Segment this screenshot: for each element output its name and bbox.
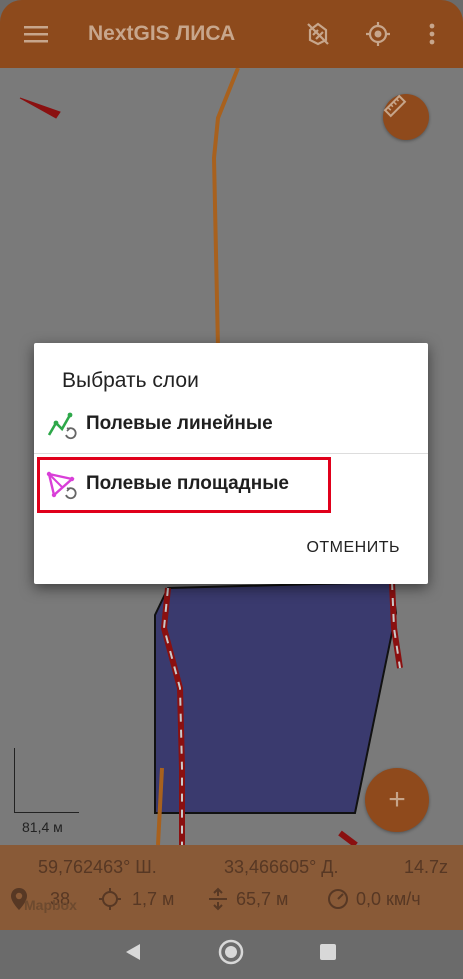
system-nav-bar	[0, 930, 463, 979]
more-vert-icon[interactable]	[416, 18, 448, 50]
accuracy-value: 1,7 м	[132, 889, 175, 909]
speed-icon	[328, 889, 348, 909]
scale-label: 81,4 м	[22, 819, 63, 835]
status-panel: 59,762463° Ш. 33,466605° Д. 14.7z 38 1,7…	[0, 845, 463, 930]
cancel-button[interactable]: ОТМЕНИТЬ	[306, 539, 400, 557]
mapbox-watermark: Mapbox	[24, 897, 77, 913]
layer-option-lines[interactable]: Полевые линейные	[34, 397, 428, 453]
speed-value: 0,0 км/ч	[356, 889, 421, 909]
home-icon[interactable]	[218, 939, 244, 965]
scale-bar	[14, 748, 79, 813]
selection-highlight	[37, 457, 331, 513]
longitude-value: 33,466605° Д.	[224, 857, 339, 877]
add-fab[interactable]: +	[365, 768, 429, 832]
accuracy-icon	[99, 888, 121, 910]
crosshair-icon[interactable]	[362, 18, 394, 50]
divider	[34, 453, 428, 454]
gps-off-icon[interactable]	[302, 18, 334, 50]
recents-icon[interactable]	[318, 942, 338, 962]
latitude-value: 59,762463° Ш.	[38, 857, 157, 877]
altitude-value: 65,7 м	[236, 889, 289, 909]
add-icon: +	[388, 783, 406, 816]
layer-label: Полевые линейные	[86, 413, 273, 434]
zoom-value: 14.7z	[404, 857, 449, 877]
ruler-icon	[383, 94, 407, 118]
ruler-fab[interactable]	[383, 94, 429, 140]
dialog-title: Выбрать слои	[62, 369, 199, 392]
back-icon[interactable]	[124, 942, 142, 962]
app-bar: NextGIS ЛИСА	[0, 0, 463, 68]
line-layer-icon	[47, 412, 77, 440]
menu-icon[interactable]	[20, 18, 52, 50]
app-title: NextGIS ЛИСА	[88, 22, 236, 45]
altitude-icon	[209, 887, 227, 911]
